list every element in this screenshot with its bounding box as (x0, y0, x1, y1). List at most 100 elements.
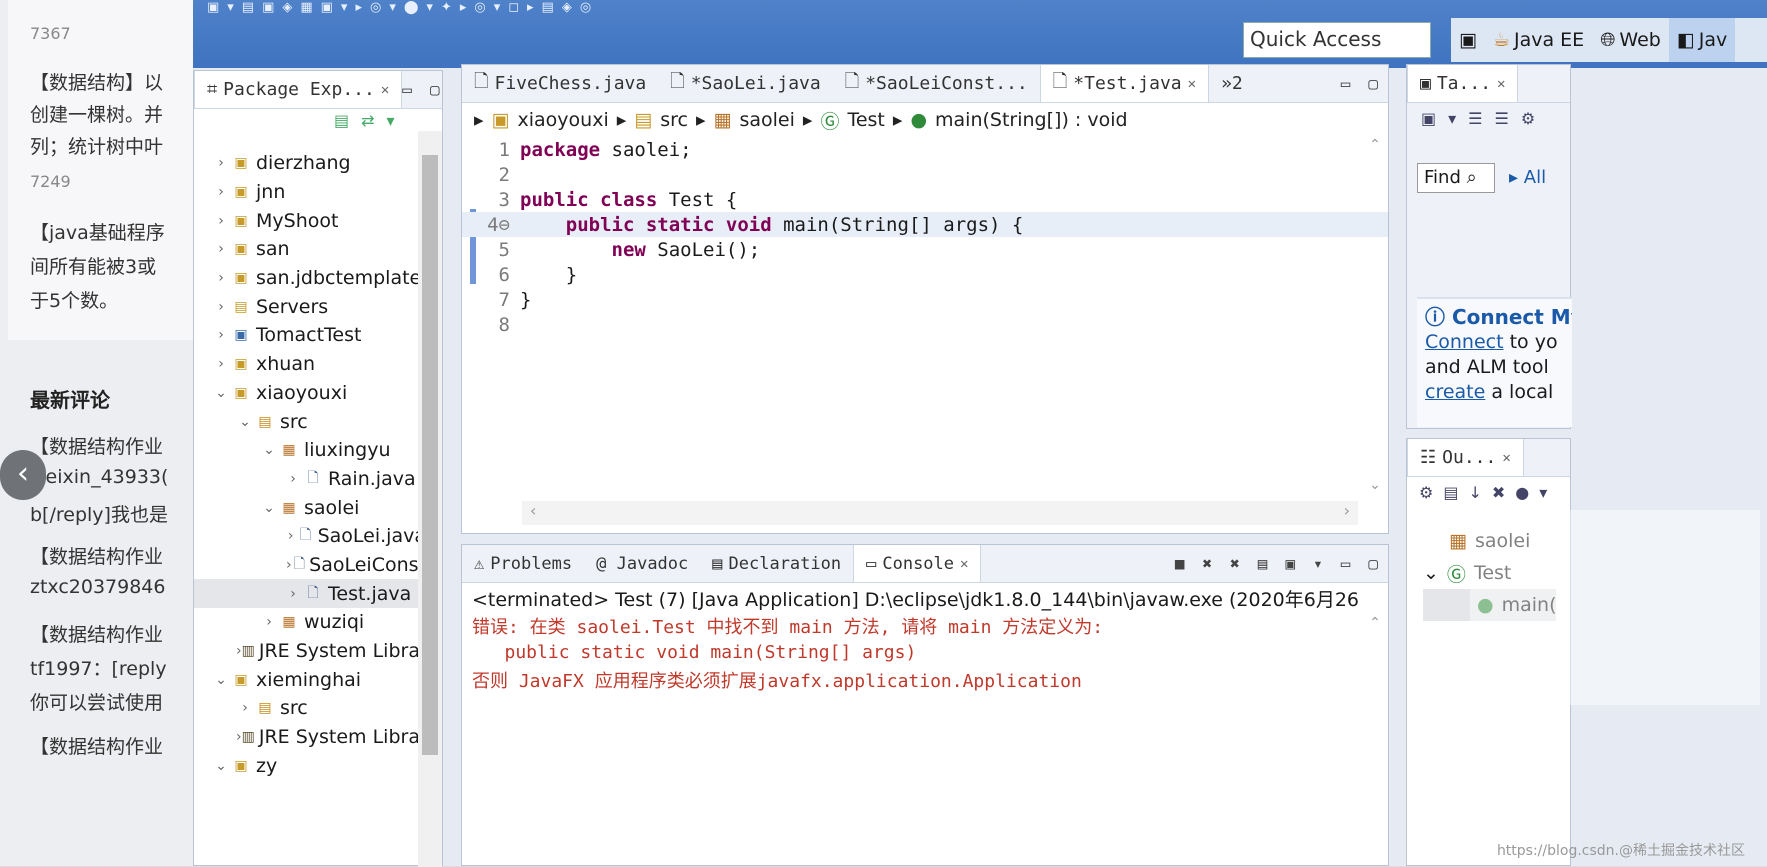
chevron-down-icon[interactable]: ⌄ (260, 500, 278, 516)
breadcrumb-item[interactable]: xiaoyouxi (518, 109, 609, 131)
collapse-all-icon[interactable]: ▤ (334, 111, 361, 130)
find-input[interactable]: Find ⌕ (1417, 163, 1495, 193)
perspective-java-ee[interactable]: ☕ Java EE (1485, 29, 1592, 51)
chevron-right-icon[interactable]: › (212, 155, 230, 171)
link-with-editor-icon[interactable]: ⇄ (361, 111, 386, 130)
chevron-right-icon[interactable]: › (284, 586, 302, 602)
scroll-left-icon[interactable]: ‹ (530, 501, 536, 525)
chevron-right-icon[interactable]: › (212, 327, 230, 343)
maximize-icon[interactable]: ▢ (430, 80, 440, 99)
close-icon[interactable]: ✕ (1497, 76, 1505, 92)
display-console-icon[interactable]: ▾ (1313, 554, 1323, 573)
view-menu-icon[interactable]: ▾ (387, 111, 407, 130)
chevron-right-icon[interactable]: › (212, 213, 230, 229)
tree-item[interactable]: › ▣ san (194, 235, 426, 264)
chevron-right-icon[interactable]: › (212, 299, 230, 315)
outline-toolbar[interactable]: ⚙▤↓✖●▾ (1419, 483, 1557, 502)
tree-item[interactable]: › ▣ dierzhang (194, 149, 426, 178)
code-line[interactable]: 2 (462, 162, 1388, 187)
close-icon[interactable]: ✕ (1188, 76, 1196, 92)
perspective-java[interactable]: ◧ Jav (1668, 18, 1736, 62)
tree-item[interactable]: › 🗋 Test.java (194, 579, 426, 608)
tree-item[interactable]: › ▣ jnn (194, 178, 426, 207)
comment-line[interactable]: 【数据结构作业 (30, 620, 195, 647)
open-perspective-button[interactable]: ▣ (1451, 29, 1485, 51)
code-line[interactable]: 4⊖ public static void main(String[] args… (462, 212, 1388, 237)
tree-item[interactable]: › ▣ MyShoot (194, 206, 426, 235)
chevron-right-icon[interactable]: › (260, 614, 278, 630)
tab-javadoc[interactable]: @ Javadoc (584, 545, 700, 582)
breadcrumb-item[interactable]: src (660, 109, 688, 131)
toolbar-icons[interactable]: ▣▾▤▣◈▦▣▾▸◎▾⬤▾✦▸◎▾◻▸▤◈◎ (207, 0, 599, 15)
tab-console[interactable]: ▭ Console ✕ (853, 545, 982, 582)
comment-line[interactable]: 【数据结构作业 (30, 732, 195, 759)
chevron-down-icon[interactable]: ⌄ (260, 442, 278, 458)
all-filter[interactable]: ▸ All (1509, 167, 1546, 188)
tab-fivechess[interactable]: 🗋 FiveChess.java (462, 65, 658, 102)
chevron-right-icon[interactable]: › (284, 557, 294, 573)
tab-declaration[interactable]: ▤ Declaration (700, 545, 853, 582)
create-link[interactable]: create (1425, 381, 1485, 403)
connect-link[interactable]: Connect (1425, 331, 1504, 353)
scrollbar-thumb[interactable] (422, 155, 438, 755)
console-output[interactable]: <terminated> Test (7) [Java Application]… (472, 585, 1360, 693)
code-line[interactable]: 3 public class Test { (462, 187, 1388, 212)
breadcrumb-item[interactable]: saolei (739, 109, 794, 131)
chevron-down-icon[interactable]: ⌄ (212, 672, 230, 688)
tree-item[interactable]: ⌄ ▣ xiaoyouxi (194, 379, 426, 408)
console-scrollbar[interactable]: ⌃ (1362, 615, 1388, 865)
tree-item[interactable]: ⌄ ▦ saolei (194, 493, 426, 522)
tree-item[interactable]: ⌄ ▣ zy (194, 751, 426, 780)
tab-overflow[interactable]: »2 (1209, 65, 1255, 102)
code-line[interactable]: 7} (462, 287, 1388, 312)
comment-line[interactable]: 【数据结构作业 (30, 432, 195, 459)
tree-item[interactable]: › 🗋 SaoLeiConst (194, 551, 426, 580)
tree-item[interactable]: › ▣ san.jdbctemplate (194, 264, 426, 293)
code-line[interactable]: 6 } (462, 262, 1388, 287)
scroll-up-icon[interactable]: ⌃ (1362, 137, 1388, 153)
terminate-icon[interactable]: ■ (1175, 554, 1185, 573)
remove-launch-icon[interactable]: ✖ (1203, 554, 1213, 573)
tree-item[interactable]: › ▤ Servers (194, 292, 426, 321)
chevron-right-icon[interactable]: › (212, 241, 230, 257)
tree-item[interactable]: › ▣ TomactTest (194, 321, 426, 350)
scroll-lock-icon[interactable]: ▤ (1258, 554, 1268, 573)
maximize-icon[interactable]: ▢ (1368, 554, 1378, 573)
tab-task-list[interactable]: ▣ Ta... ✕ (1407, 65, 1519, 102)
tree-item[interactable]: › ▣ xhuan (194, 350, 426, 379)
chevron-right-icon[interactable]: › (212, 270, 230, 286)
tree-item[interactable]: ⌄ ▦ liuxingyu (194, 436, 426, 465)
close-icon[interactable]: ✕ (381, 82, 389, 98)
minimize-icon[interactable]: ▭ (1341, 554, 1351, 573)
quick-access-input[interactable]: Quick Access (1243, 22, 1431, 58)
chevron-right-icon[interactable]: › (284, 528, 297, 544)
breadcrumb-item[interactable]: main(String[]) : void (935, 109, 1128, 131)
tab-package-explorer[interactable]: ⌗ Package Exp... ✕ (194, 71, 403, 108)
editor-horizontal-scrollbar[interactable]: ‹ › (522, 501, 1358, 525)
scroll-right-icon[interactable]: › (1344, 501, 1350, 525)
scroll-up-icon[interactable]: ⌃ (1362, 615, 1388, 631)
chevron-down-icon[interactable]: ⌄ (236, 414, 254, 430)
code-line[interactable]: 8 (462, 312, 1388, 337)
chevron-right-icon[interactable]: › (236, 700, 254, 716)
tab-test[interactable]: 🗋 *Test.java ✕ (1039, 65, 1210, 102)
blog-snippet[interactable]: 【java基础程序 (30, 218, 195, 245)
chevron-right-icon[interactable]: › (212, 184, 230, 200)
close-icon[interactable]: ✕ (1502, 450, 1510, 466)
scroll-down-icon[interactable]: ⌄ (1362, 477, 1388, 493)
carousel-prev-button[interactable]: ‹ (0, 450, 46, 500)
tree-item[interactable]: ⌄ ▣ xieminghai (194, 665, 426, 694)
perspective-web[interactable]: 🌐︎ Web (1592, 29, 1669, 51)
maximize-icon[interactable]: ▢ (1368, 74, 1378, 93)
comment-line[interactable]: 【数据结构作业 (30, 542, 195, 569)
tree-item[interactable]: › ▤ src (194, 694, 426, 723)
chevron-down-icon[interactable]: ⌄ (212, 385, 230, 401)
chevron-right-icon[interactable]: › (284, 471, 302, 487)
chevron-down-icon[interactable]: ⌄ (212, 758, 230, 774)
pin-console-icon[interactable]: ▣ (1285, 554, 1295, 573)
close-icon[interactable]: ✕ (960, 556, 968, 572)
code-line[interactable]: 1 package saolei; (462, 137, 1388, 162)
tree-item[interactable]: › 🗋 SaoLei.java (194, 522, 426, 551)
tree-item[interactable]: › ▦ wuziqi (194, 608, 426, 637)
tree-item[interactable]: › 🗋 Rain.java (194, 465, 426, 494)
